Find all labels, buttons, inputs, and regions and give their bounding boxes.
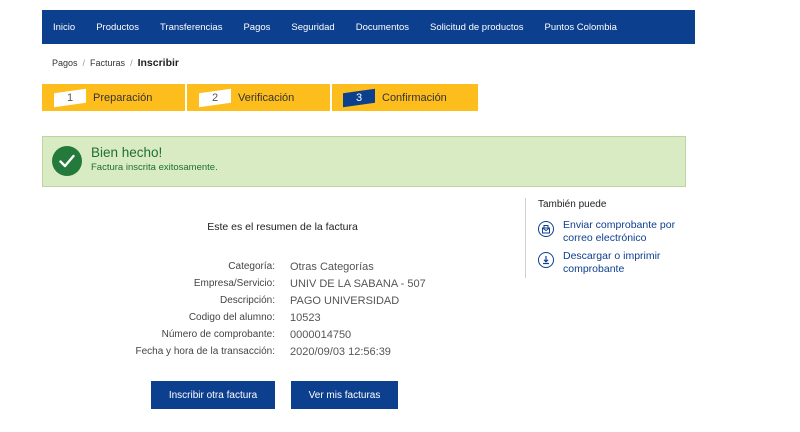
step-label: Verificación xyxy=(238,91,295,104)
breadcrumb-separator: / xyxy=(130,58,133,68)
nav-item-inicio[interactable]: Inicio xyxy=(53,22,75,33)
step-preparacion: 1 Preparación xyxy=(54,84,152,111)
alert-title: Bien hecho! xyxy=(91,145,163,160)
detail-label: Descripción: xyxy=(219,295,275,306)
detail-value: UNIV DE LA SABANA - 507 xyxy=(290,277,426,290)
view-my-invoices-button[interactable]: Ver mis facturas xyxy=(291,381,398,409)
step-verificacion: 2 Verificación xyxy=(199,84,294,111)
download-print-receipt-label[interactable]: Descargar o imprimir comprobante xyxy=(563,250,693,276)
sidebar-divider xyxy=(525,198,526,278)
detail-label: Categoría: xyxy=(228,261,275,272)
step-confirmacion: 3 Confirmación xyxy=(343,84,447,111)
download-icon xyxy=(538,252,554,268)
nav-item-seguridad[interactable]: Seguridad xyxy=(291,22,334,33)
breadcrumb: Pagos / Facturas / Inscribir xyxy=(52,57,179,69)
register-another-invoice-button[interactable]: Inscribir otra factura xyxy=(151,381,275,409)
step-label: Preparación xyxy=(93,91,153,104)
breadcrumb-facturas[interactable]: Facturas xyxy=(90,58,125,68)
detail-label: Empresa/Servicio: xyxy=(193,278,275,289)
detail-row-codigo-alumno: Codigo del alumno: 10523 xyxy=(100,309,426,326)
breadcrumb-current: Inscribir xyxy=(137,57,180,69)
send-receipt-email-link[interactable]: Enviar comprobante por correo electrónic… xyxy=(538,219,693,245)
step-number-badge: 2 xyxy=(199,88,231,107)
top-navigation: Inicio Productos Transferencias Pagos Se… xyxy=(42,10,695,44)
send-receipt-email-label[interactable]: Enviar comprobante por correo electrónic… xyxy=(563,219,693,245)
detail-label: Fecha y hora de la transacción: xyxy=(135,346,275,357)
detail-value: 2020/09/03 12:56:39 xyxy=(290,345,391,358)
step-number-badge: 1 xyxy=(54,88,86,107)
nav-item-solicitud-de-productos[interactable]: Solicitud de productos xyxy=(430,22,523,33)
detail-row-categoria: Categoría: Otras Categorías xyxy=(100,258,426,275)
detail-row-numero-comprobante: Número de comprobante: 0000014750 xyxy=(100,326,426,343)
breadcrumb-pagos[interactable]: Pagos xyxy=(52,58,78,68)
nav-item-puntos-colombia[interactable]: Puntos Colombia xyxy=(545,22,617,33)
nav-item-transferencias[interactable]: Transferencias xyxy=(160,22,222,33)
step-number-badge: 3 xyxy=(343,88,375,107)
detail-row-fecha-hora: Fecha y hora de la transacción: 2020/09/… xyxy=(100,343,426,360)
nav-item-productos[interactable]: Productos xyxy=(96,22,139,33)
detail-value: 10523 xyxy=(290,311,321,324)
detail-row-descripcion: Descripción: PAGO UNIVERSIDAD xyxy=(100,292,426,309)
page: Inicio Productos Transferencias Pagos Se… xyxy=(0,0,800,432)
detail-value: 0000014750 xyxy=(290,328,352,341)
breadcrumb-separator: / xyxy=(82,58,86,68)
email-receipt-icon xyxy=(538,221,554,237)
invoice-details: Categoría: Otras Categorías Empresa/Serv… xyxy=(100,258,426,360)
step-divider xyxy=(330,84,332,111)
detail-value: Otras Categorías xyxy=(290,260,374,273)
step-label: Confirmación xyxy=(382,91,447,104)
nav-item-pagos[interactable]: Pagos xyxy=(243,22,270,33)
sidebar-title: También puede xyxy=(538,199,607,210)
nav-item-documentos[interactable]: Documentos xyxy=(356,22,409,33)
alert-message: Factura inscrita exitosamente. xyxy=(91,162,218,173)
detail-label: Número de comprobante: xyxy=(161,329,275,340)
detail-row-empresa: Empresa/Servicio: UNIV DE LA SABANA - 50… xyxy=(100,275,426,292)
success-alert: Bien hecho! Factura inscrita exitosament… xyxy=(42,136,686,187)
detail-label: Codigo del alumno: xyxy=(188,312,275,323)
step-divider xyxy=(185,84,187,111)
download-print-receipt-link[interactable]: Descargar o imprimir comprobante xyxy=(538,250,693,276)
check-circle-icon xyxy=(52,146,82,176)
detail-value: PAGO UNIVERSIDAD xyxy=(290,294,400,307)
summary-title: Este es el resumen de la factura xyxy=(207,221,358,233)
progress-steps: 1 Preparación 2 Verificación 3 Confirmac… xyxy=(42,84,478,111)
